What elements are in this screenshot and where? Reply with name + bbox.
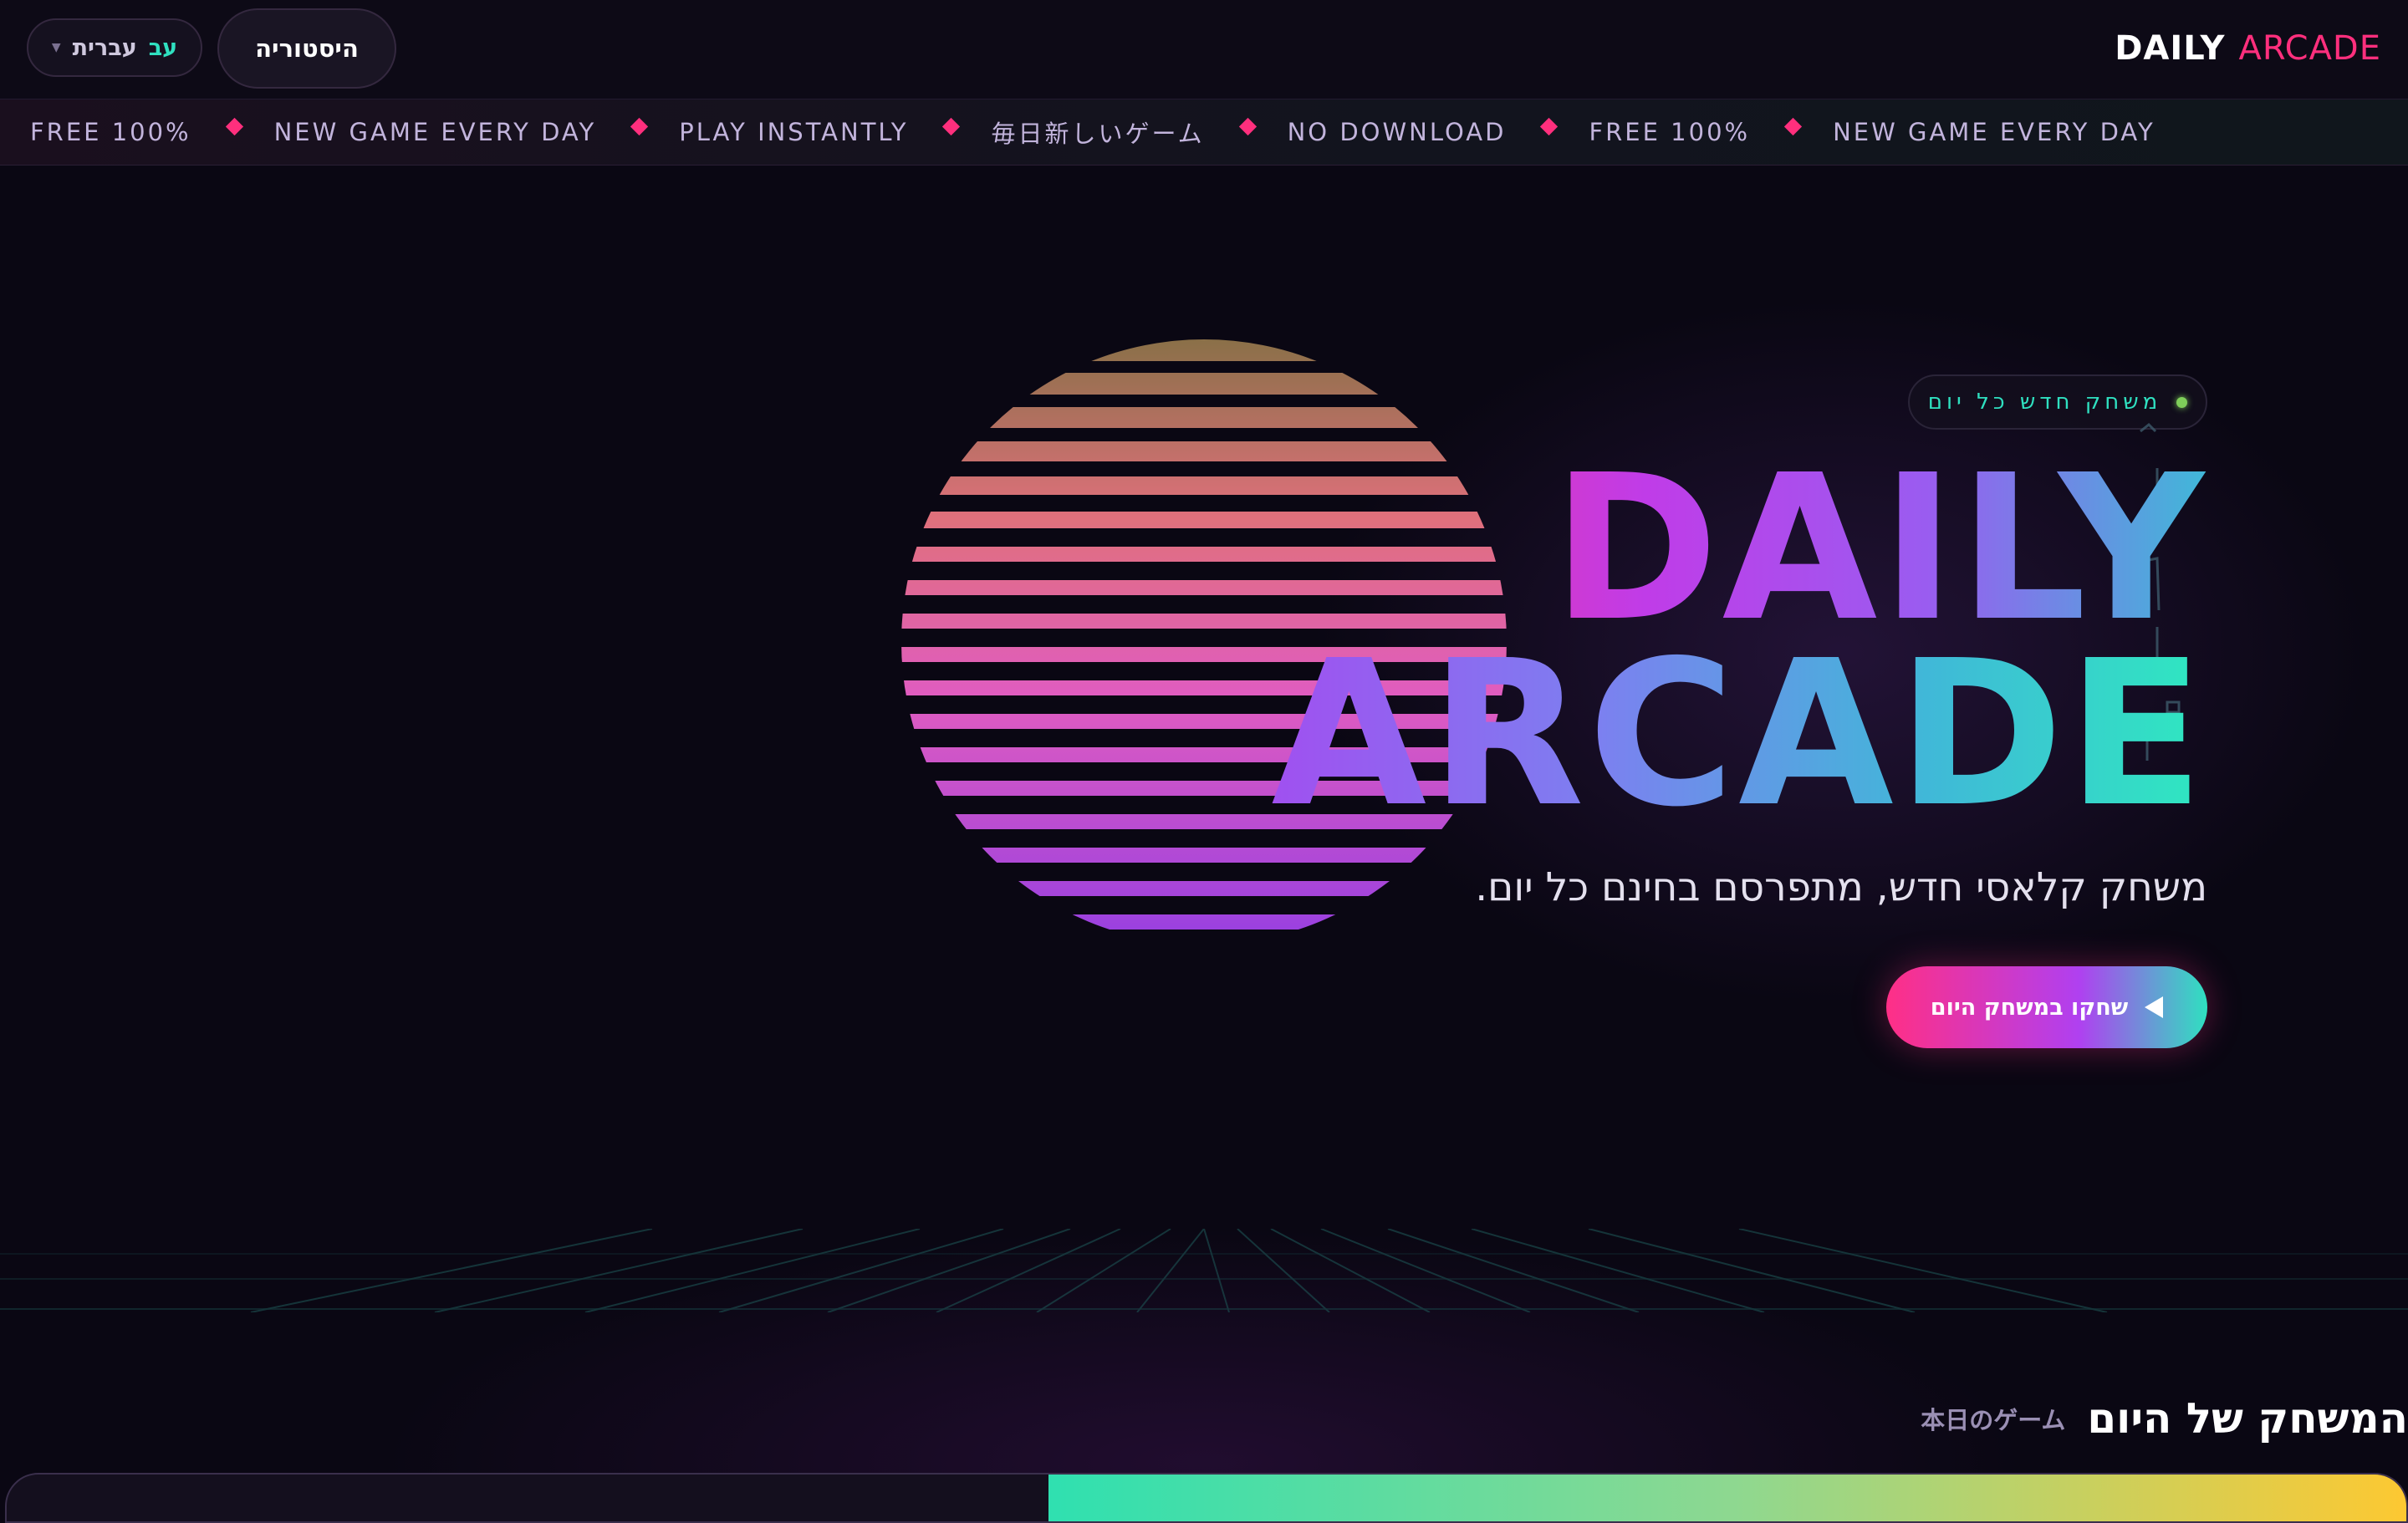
ticker-text: FREE 100%: [30, 118, 191, 146]
diamond-icon: [1238, 117, 1257, 135]
chevron-down-icon: ▼: [51, 41, 61, 54]
hero-title-daily: DAILY: [1271, 448, 2207, 649]
top-header: ▼ עברית עב היסטוריה DAILY ARCADE: [0, 0, 2408, 99]
language-selector[interactable]: ▼ עברית עב: [27, 18, 202, 77]
site-logo[interactable]: DAILY ARCADE: [2115, 25, 2381, 72]
ticker-item: 毎日新しいゲーム: [991, 115, 1287, 150]
marquee-ticker: FREE 100% NEW GAME EVERY DAY PLAY INSTAN…: [0, 99, 2408, 166]
ticker-item: PLAY INSTANTLY: [679, 117, 991, 146]
diamond-icon: [630, 117, 649, 135]
hero-title-arcade: ARCADE: [1271, 617, 2207, 851]
language-label: עברית: [72, 34, 137, 61]
diamond-icon: [1783, 117, 1803, 135]
diamond-icon: [225, 117, 243, 135]
play-icon: [2145, 996, 2164, 1018]
ticker-text: NO DOWNLOAD: [1287, 118, 1507, 146]
ticker-text: NEW GAME EVERY DAY: [273, 118, 597, 146]
ticker-text: 毎日新しいゲーム: [991, 120, 1205, 148]
ticker-item: NEW GAME EVERY DAY: [273, 117, 680, 146]
diamond-icon: [942, 117, 961, 135]
ticker-item: FREE 100%: [1589, 117, 1833, 146]
diamond-icon: [1540, 117, 1559, 135]
logo-word-arcade: ARCADE: [2238, 29, 2381, 68]
grid-floor-graphic: [0, 1229, 2408, 1312]
play-today-button[interactable]: שחקו במשחק היום: [1886, 966, 2207, 1048]
game-card-banner: [1048, 1475, 2406, 1521]
ticker-text: NEW GAME EVERY DAY: [1833, 118, 2155, 146]
language-code: עב: [148, 34, 178, 61]
section-title-jp: 本日のゲーム: [1921, 1406, 2066, 1434]
ticker-text: FREE 100%: [1589, 118, 1751, 146]
ticker-text: PLAY INSTANTLY: [679, 118, 909, 146]
ticker-item: NEW GAME EVERY DAY: [1833, 118, 2182, 146]
todays-game-card[interactable]: [5, 1473, 2408, 1523]
play-button-label: שחקו במשחק היום: [1930, 994, 2129, 1021]
badge-text: משחק חדש כל יום: [1927, 390, 2162, 415]
section-title: המשחק של היום: [2087, 1394, 2408, 1443]
logo-word-daily: DAILY: [2115, 29, 2226, 68]
hero-subtitle: משחק קלאסי חדש, מתפרסם בחינם כל יום.: [1475, 864, 2207, 910]
history-button[interactable]: היסטוריה: [217, 8, 396, 89]
status-dot-icon: [2176, 396, 2188, 408]
hero-title: DAILY ARCADE: [1271, 448, 2207, 851]
ticker-item: FREE 100%: [30, 117, 274, 146]
ticker-item: NO DOWNLOAD: [1287, 117, 1589, 146]
todays-game-heading: המשחק של היום 本日のゲーム: [1921, 1394, 2408, 1443]
